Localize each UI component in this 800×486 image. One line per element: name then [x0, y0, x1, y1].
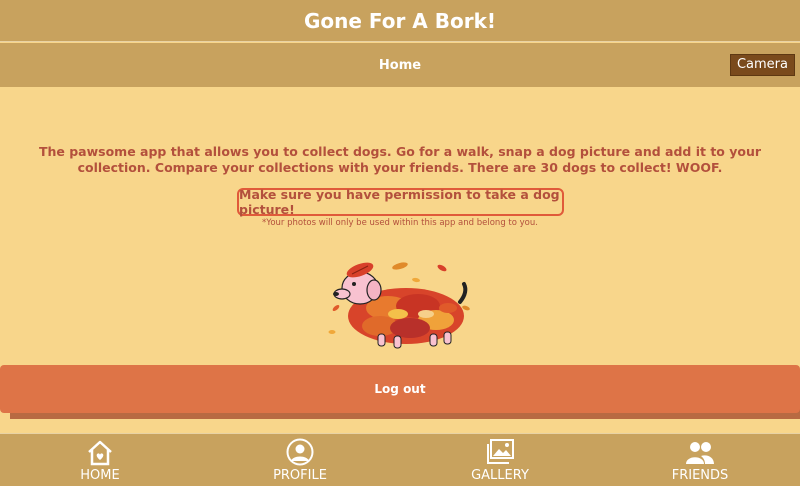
tab-gallery[interactable]: GALLERY: [400, 434, 600, 486]
home-icon: [88, 440, 112, 466]
friends-icon: [686, 442, 714, 464]
photo-disclaimer: *Your photos will only be used within th…: [262, 218, 538, 228]
app-header: Gone For A Bork!: [0, 0, 800, 42]
tab-gallery-label: GALLERY: [471, 468, 529, 483]
profile-icon: [286, 438, 314, 466]
logout-button[interactable]: Log out: [0, 365, 800, 413]
tab-profile[interactable]: PROFILE: [200, 434, 400, 486]
tab-profile-label: PROFILE: [273, 468, 327, 483]
sub-navbar: Home Camera: [0, 43, 800, 87]
bottom-tab-bar: HOME PROFILE GALLERY FRIENDS: [0, 433, 800, 486]
intro-text: The pawsome app that allows you to colle…: [38, 144, 762, 175]
dog-in-leaves-illustration: [328, 262, 470, 349]
app-title: Gone For A Bork!: [303, 8, 497, 33]
nav-home-link[interactable]: Home: [379, 58, 421, 73]
gallery-icon: [487, 439, 514, 464]
tab-home[interactable]: HOME: [0, 434, 200, 486]
tab-friends[interactable]: FRIENDS: [600, 434, 800, 486]
tab-friends-label: FRIENDS: [671, 468, 729, 483]
camera-button[interactable]: Camera: [729, 54, 795, 76]
permission-notice-button[interactable]: Make sure you have permission to take a …: [237, 187, 564, 217]
tab-home-label: HOME: [80, 468, 120, 483]
